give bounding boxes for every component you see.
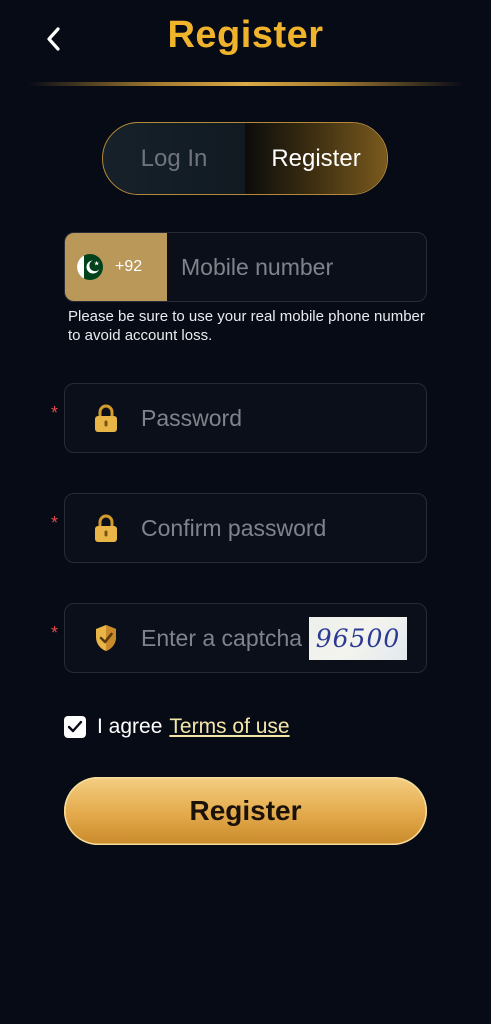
captcha-code: 96500	[315, 624, 401, 653]
auth-tabs: Log In Register	[102, 122, 388, 195]
required-mark: *	[51, 403, 59, 423]
captcha-field: 96500	[64, 603, 427, 673]
page-title: Register	[167, 14, 324, 56]
terms-agreement: I agree Terms of use	[64, 712, 290, 742]
agree-label: I agree	[97, 715, 163, 738]
phone-hint: Please be sure to use your real mobile p…	[68, 308, 425, 344]
tab-register[interactable]: Register	[245, 123, 387, 194]
checkmark-icon	[67, 720, 83, 733]
header-divider	[28, 82, 463, 86]
agree-checkbox[interactable]	[64, 716, 86, 738]
terms-of-use-link[interactable]: Terms of use	[169, 715, 289, 739]
shield-check-icon	[96, 625, 116, 651]
captcha-image[interactable]: 96500	[309, 617, 407, 660]
required-mark: *	[51, 513, 59, 533]
phone-field: +92	[64, 232, 427, 302]
captcha-input[interactable]	[141, 604, 311, 672]
confirm-password-field	[64, 493, 427, 563]
lock-icon	[95, 404, 117, 432]
pakistan-flag-icon	[77, 254, 103, 280]
password-field	[64, 383, 427, 453]
dial-code: +92	[115, 258, 143, 275]
confirm-password-input[interactable]	[141, 494, 411, 562]
register-page: Register Log In Register +92 Please be s…	[0, 0, 491, 1024]
required-mark: *	[51, 623, 59, 643]
password-input[interactable]	[141, 384, 411, 452]
lock-icon	[95, 514, 117, 542]
register-button[interactable]: Register	[64, 777, 427, 845]
mobile-number-input[interactable]	[181, 233, 416, 301]
country-code-selector[interactable]: +92	[65, 233, 167, 301]
header: Register	[0, 0, 491, 82]
tab-login[interactable]: Log In	[103, 123, 245, 194]
